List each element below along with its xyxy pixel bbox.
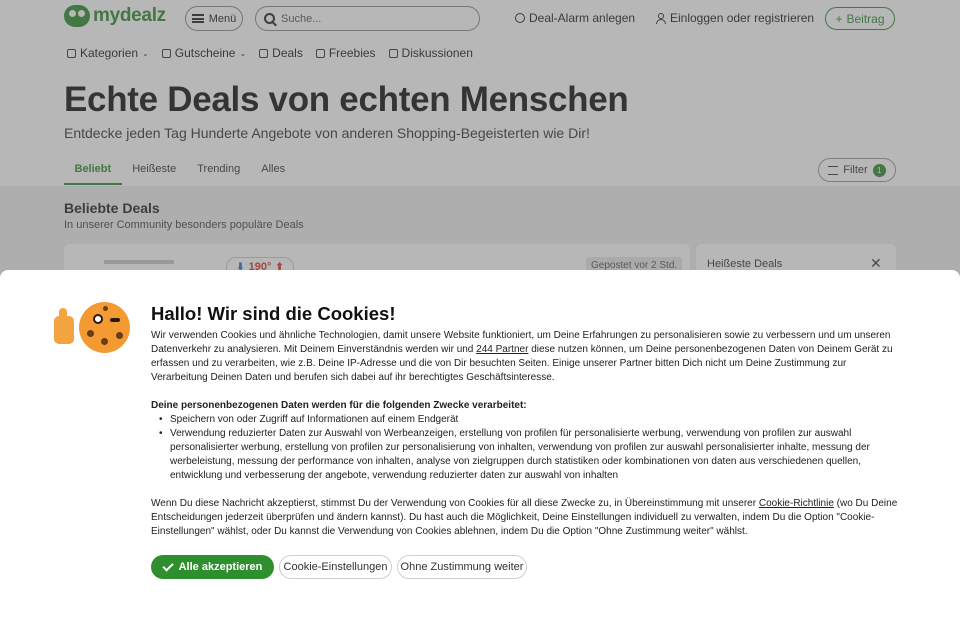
purpose-item: Speichern von oder Zugriff auf Informati… (159, 413, 900, 427)
chocolate-chip (87, 330, 94, 337)
intro-text: Wir verwenden Cookies und ähnliche Techn… (151, 329, 901, 385)
cookie-eye (93, 314, 103, 324)
purposes-list: Speichern von oder Zugriff auf Informati… (159, 413, 900, 483)
outro-text: Wenn Du diese Nachricht akzeptierst, sti… (151, 497, 901, 539)
checkmark-icon (161, 559, 174, 572)
accept-label: Alle akzeptieren (178, 561, 263, 573)
purpose-item: Verwendung reduzierter Daten zur Auswahl… (159, 427, 900, 483)
cookie-consent-dialog: Hallo! Wir sind die Cookies! Wir verwend… (0, 270, 960, 627)
cookie-mascot-icon (51, 302, 131, 354)
accept-all-button[interactable]: Alle akzeptieren (151, 555, 274, 579)
dialog-title: Hallo! Wir sind die Cookies! (151, 303, 396, 324)
chocolate-chip (103, 306, 108, 311)
purposes-heading: Deine personenbezogenen Daten werden für… (151, 400, 527, 411)
chocolate-chip (116, 332, 123, 339)
cookie-settings-button[interactable]: Cookie-Einstellungen (279, 555, 392, 579)
cookie-policy-link[interactable]: Cookie-Richtlinie (759, 498, 834, 509)
thumbs-up-icon (54, 308, 74, 344)
cookie-wink (110, 318, 120, 322)
chocolate-chip (101, 338, 108, 345)
continue-without-consent-button[interactable]: Ohne Zustimmung weiter (397, 555, 527, 579)
cookie-icon (79, 302, 130, 353)
outro-text-a: Wenn Du diese Nachricht akzeptierst, sti… (151, 498, 759, 509)
partners-link[interactable]: 244 Partner (476, 344, 528, 355)
